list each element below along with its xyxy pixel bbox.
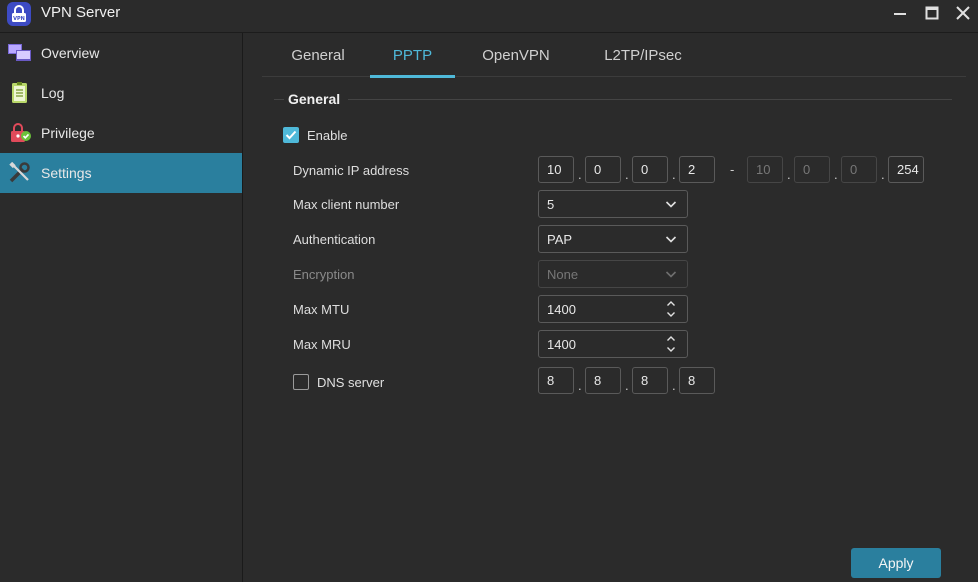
- max-mtu-spinbox[interactable]: 1400: [538, 295, 688, 323]
- chevron-down-icon: [665, 236, 677, 243]
- max-mtu-label: Max MTU: [293, 302, 350, 317]
- dns-octet-2[interactable]: 8: [585, 367, 621, 394]
- title-bar: VPN VPN Server: [0, 0, 978, 28]
- chevron-down-icon: [665, 271, 677, 278]
- tab-general[interactable]: General: [282, 33, 354, 77]
- ip-dot: .: [834, 167, 838, 182]
- log-notepad-icon: [8, 82, 32, 104]
- ip-end-octet-1: 10: [747, 156, 783, 183]
- spin-down-icon[interactable]: [666, 311, 676, 318]
- dns-octet-3[interactable]: 8: [632, 367, 668, 394]
- encryption-label: Encryption: [293, 267, 355, 282]
- max-client-select[interactable]: 5: [538, 190, 688, 218]
- ip-dot: .: [672, 378, 676, 393]
- dynamic-ip-label: Dynamic IP address: [293, 163, 410, 178]
- svg-text:VPN: VPN: [13, 16, 25, 22]
- ip-dot: .: [578, 378, 582, 393]
- sidebar-item-label: Log: [41, 85, 65, 101]
- tab-label: OpenVPN: [482, 46, 550, 64]
- tab-label: L2TP/IPsec: [604, 46, 682, 64]
- max-mru-label: Max MRU: [293, 337, 351, 352]
- dns-server-checkbox[interactable]: [293, 374, 309, 390]
- main-panel: General PPTP OpenVPN L2TP/IPsec General …: [244, 33, 978, 582]
- tab-l2tp-ipsec[interactable]: L2TP/IPsec: [596, 33, 690, 77]
- section-divider: [274, 99, 284, 100]
- authentication-select[interactable]: PAP: [538, 225, 688, 253]
- overview-monitor-icon: [8, 42, 32, 64]
- section-title: General: [288, 91, 341, 107]
- ip-dot: .: [787, 167, 791, 182]
- sidebar-item-label: Overview: [41, 45, 100, 61]
- ip-end-octet-4[interactable]: 254: [888, 156, 924, 183]
- privilege-lock-check-icon: [8, 122, 32, 144]
- sidebar-item-settings[interactable]: Settings: [0, 153, 242, 193]
- ip-start-octet-4[interactable]: 2: [679, 156, 715, 183]
- select-value: PAP: [547, 231, 573, 247]
- sidebar-item-log[interactable]: Log: [0, 73, 242, 113]
- ip-dot: .: [625, 167, 629, 182]
- ip-dot: .: [578, 167, 582, 182]
- dns-octet-1[interactable]: 8: [538, 367, 574, 394]
- apply-button[interactable]: Apply: [851, 548, 941, 578]
- section-divider: [348, 99, 952, 100]
- tab-pptp[interactable]: PPTP: [370, 33, 455, 78]
- settings-tools-icon: [8, 161, 32, 184]
- dns-octet-4[interactable]: 8: [679, 367, 715, 394]
- ip-start-octet-2[interactable]: 0: [585, 156, 621, 183]
- ip-dot: .: [881, 167, 885, 182]
- sidebar-item-overview[interactable]: Overview: [0, 33, 242, 73]
- ip-end-octet-2: 0: [794, 156, 830, 183]
- select-value: 5: [547, 196, 555, 212]
- ip-dot: .: [672, 167, 676, 182]
- tab-openvpn[interactable]: OpenVPN: [476, 33, 556, 77]
- checkmark-icon: [285, 130, 297, 140]
- encryption-select: None: [538, 260, 688, 288]
- close-icon[interactable]: [953, 3, 973, 23]
- sidebar-item-privilege[interactable]: Privilege: [0, 113, 242, 153]
- enable-label: Enable: [307, 128, 348, 143]
- sidebar-item-label: Settings: [41, 165, 92, 181]
- ip-end-octet-3: 0: [841, 156, 877, 183]
- spinbox-value: 1400: [547, 301, 576, 317]
- minimize-icon[interactable]: [890, 3, 910, 23]
- spin-up-icon[interactable]: [666, 300, 676, 307]
- max-client-label: Max client number: [293, 197, 400, 212]
- tab-label: General: [291, 46, 345, 64]
- ip-start-octet-1[interactable]: 10: [538, 156, 574, 183]
- sidebar-item-label: Privilege: [41, 125, 95, 141]
- active-tab-indicator: [370, 75, 455, 78]
- spin-up-icon[interactable]: [666, 335, 676, 342]
- dns-server-label: DNS server: [317, 375, 385, 390]
- chevron-down-icon: [665, 201, 677, 208]
- enable-checkbox[interactable]: [283, 127, 299, 143]
- spinbox-value: 1400: [547, 336, 576, 352]
- sidebar: Overview Log Privilege Settings: [0, 33, 243, 582]
- ip-range-separator: -: [730, 162, 735, 177]
- tab-label: PPTP: [392, 46, 433, 64]
- ip-dot: .: [625, 378, 629, 393]
- authentication-label: Authentication: [293, 232, 376, 247]
- vpn-lock-icon: VPN: [7, 2, 31, 26]
- maximize-icon[interactable]: [922, 3, 942, 23]
- spin-down-icon[interactable]: [666, 346, 676, 353]
- ip-start-octet-3[interactable]: 0: [632, 156, 668, 183]
- window-title: VPN Server: [41, 4, 121, 21]
- tab-bar: General PPTP OpenVPN L2TP/IPsec: [262, 33, 966, 78]
- select-value: None: [547, 266, 579, 282]
- max-mru-spinbox[interactable]: 1400: [538, 330, 688, 358]
